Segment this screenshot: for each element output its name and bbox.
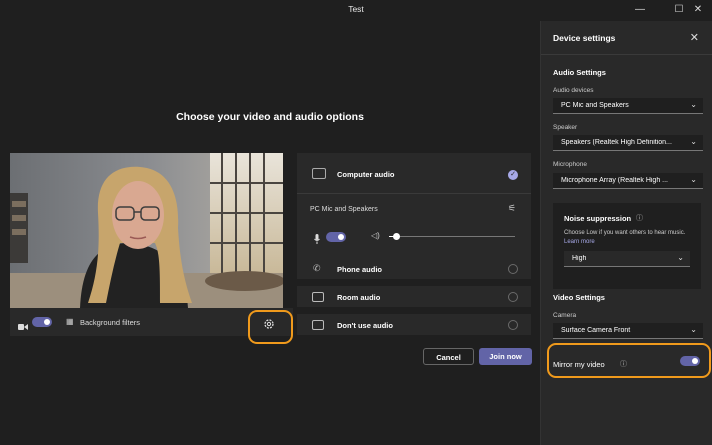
- checkmark-icon: ✓: [508, 170, 518, 180]
- chevron-down-icon: ⌄: [677, 253, 684, 262]
- audio-device-label: PC Mic and Speakers: [310, 206, 378, 213]
- no-audio-radio[interactable]: [508, 320, 518, 330]
- audio-settings-heading: Audio Settings: [553, 68, 606, 77]
- room-audio-label: Room audio: [337, 293, 381, 302]
- close-icon[interactable]: ✕: [690, 31, 699, 44]
- device-settings-panel: Device settings ✕ Audio Settings Audio d…: [540, 21, 712, 445]
- noise-suppression-dropdown[interactable]: High ⌄: [564, 251, 690, 267]
- phone-audio-radio[interactable]: [508, 264, 518, 274]
- video-preview: [10, 153, 283, 308]
- cancel-button[interactable]: Cancel: [423, 348, 474, 365]
- microphone-value: Microphone Array (Realtek High ...: [561, 177, 668, 184]
- phone-audio-option[interactable]: ✆ Phone audio: [297, 258, 531, 279]
- title-bar: Test — ☐ ✕: [0, 0, 712, 21]
- divider: [541, 54, 712, 55]
- chevron-down-icon: ⌄: [690, 137, 697, 146]
- audio-devices-label: Audio devices: [553, 87, 594, 94]
- speaker-value: Speakers (Realtek High Definition...: [561, 139, 672, 146]
- microphone-dropdown[interactable]: Microphone Array (Realtek High ... ⌄: [553, 173, 703, 189]
- no-audio-option[interactable]: Don't use audio: [297, 314, 531, 335]
- divider: [297, 193, 531, 194]
- panel-title: Device settings: [553, 33, 616, 43]
- camera-icon: [18, 318, 28, 336]
- mic-icon: [314, 231, 320, 249]
- room-audio-option[interactable]: Room audio: [297, 286, 531, 307]
- noise-description-text: Choose Low if you want others to hear mu…: [564, 230, 686, 236]
- device-settings-highlight: [248, 310, 293, 344]
- noise-suppression-value: High: [572, 255, 587, 262]
- noise-description: Choose Low if you want others to hear mu…: [564, 229, 694, 247]
- speaker-label: Speaker: [553, 124, 578, 131]
- camera-dropdown[interactable]: Surface Camera Front ⌄: [553, 323, 703, 339]
- camera-label: Camera: [553, 312, 577, 319]
- video-settings-heading: Video Settings: [553, 293, 605, 302]
- noise-suppression-title: Noise suppression: [564, 214, 632, 223]
- camera-value: Surface Camera Front: [561, 327, 631, 334]
- mirror-video-highlight: [547, 343, 711, 378]
- background-filters-label[interactable]: Background filters: [80, 318, 140, 327]
- phone-audio-label: Phone audio: [337, 265, 382, 274]
- close-icon[interactable]: ✕: [690, 3, 706, 17]
- audio-devices-value: PC Mic and Speakers: [561, 102, 629, 109]
- dont-use-audio-label: Don't use audio: [337, 321, 393, 330]
- speaker-dropdown[interactable]: Speakers (Realtek High Definition... ⌄: [553, 135, 703, 151]
- room-audio-radio[interactable]: [508, 292, 518, 302]
- info-icon[interactable]: ⓘ: [636, 213, 643, 223]
- learn-more-link[interactable]: Learn more: [564, 239, 595, 245]
- window-title: Test: [348, 4, 364, 14]
- chevron-down-icon: ⌄: [690, 100, 697, 109]
- mic-toggle[interactable]: [326, 232, 346, 242]
- join-now-button[interactable]: Join now: [479, 348, 532, 365]
- noise-suppression-card: Noise suppression ⓘ Choose Low if you wa…: [553, 203, 701, 289]
- camera-toggle[interactable]: [32, 317, 52, 327]
- computer-audio-option[interactable]: Computer audio ✓ PC Mic and Speakers ⚟ ◁…: [297, 153, 531, 263]
- chevron-down-icon: ⌄: [690, 325, 697, 334]
- phone-icon: ✆: [313, 263, 321, 273]
- speaker-icon: ◁): [371, 231, 380, 240]
- computer-audio-icon: [312, 168, 326, 179]
- audio-devices-dropdown[interactable]: PC Mic and Speakers ⌄: [553, 98, 703, 114]
- background-filter-icon[interactable]: ▦: [66, 317, 74, 326]
- chevron-down-icon: ⌄: [690, 175, 697, 184]
- no-audio-icon: [312, 320, 324, 330]
- minimize-icon[interactable]: —: [632, 3, 648, 17]
- sliders-icon[interactable]: ⚟: [508, 203, 516, 214]
- computer-audio-label: Computer audio: [337, 170, 395, 179]
- maximize-icon[interactable]: ☐: [671, 3, 687, 17]
- prejoin-area: Choose your video and audio options ▦ Ba…: [0, 21, 540, 445]
- page-title: Choose your video and audio options: [176, 111, 364, 123]
- room-icon: [312, 292, 324, 302]
- volume-slider[interactable]: [389, 233, 515, 240]
- microphone-label: Microphone: [553, 161, 587, 168]
